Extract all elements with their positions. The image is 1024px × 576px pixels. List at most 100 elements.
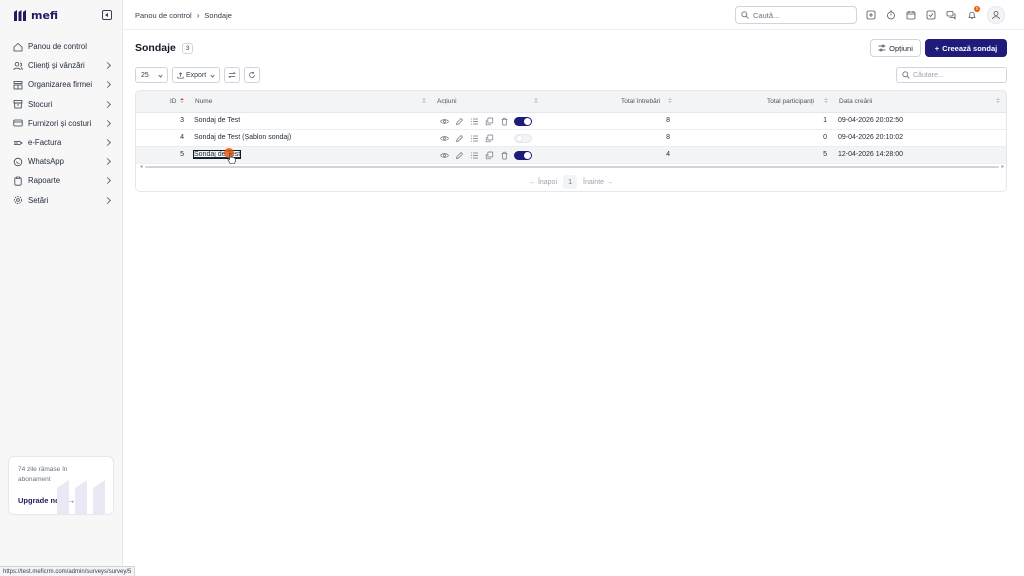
table-row: 3 Sondaj de Test 8 1 09-04-2026 20:02:50: [136, 113, 1006, 130]
sidebar-item-organizarea-firmei[interactable]: Organizarea firmei: [0, 75, 122, 94]
create-survey-button[interactable]: + Creează sondaj: [925, 39, 1007, 57]
column-header-participants[interactable]: Total participanți: [767, 98, 814, 105]
horizontal-scrollbar[interactable]: [139, 164, 1005, 169]
sliders-icon: [878, 44, 886, 52]
tasks-check-icon[interactable]: [925, 9, 936, 20]
sidebar-item-label: Rapoarte: [28, 176, 61, 186]
page-size-select[interactable]: 25: [135, 67, 168, 83]
eye-icon[interactable]: [439, 133, 450, 144]
scrollbar-thumb[interactable]: [145, 165, 999, 168]
sidebar-item-stocuri[interactable]: Stocuri: [0, 95, 122, 114]
scroll-right-icon[interactable]: [1000, 164, 1005, 169]
cell-id: 3: [180, 117, 184, 124]
survey-name-link[interactable]: Sondaj de Test (Șablon sondaj): [194, 134, 291, 141]
sidebar-item-whatsapp[interactable]: WhatsApp: [0, 152, 122, 171]
column-header-actions: Acțiuni: [437, 98, 457, 105]
column-header-id[interactable]: ID: [170, 98, 177, 105]
messages-icon[interactable]: [945, 9, 956, 20]
column-header-created[interactable]: Data creării: [839, 98, 872, 105]
sidebar-item-label: WhatsApp: [28, 157, 64, 167]
sidebar-item-furnizori[interactable]: Furnizori și costuri: [0, 114, 122, 133]
notification-badge: 0: [974, 6, 980, 12]
page-title-text: Sondaje: [135, 42, 176, 54]
hand-pointer-icon: [227, 153, 236, 164]
sort-icon[interactable]: [534, 98, 538, 106]
cell-questions: 8: [666, 134, 670, 141]
edit-icon[interactable]: [454, 116, 465, 127]
pagination-next[interactable]: Înainte →: [583, 179, 613, 186]
sidebar-item-panou-de-control[interactable]: Panou de control: [0, 37, 122, 56]
sidebar-item-clienti[interactable]: Clienți și vânzări: [0, 56, 122, 75]
chevron-right-icon: [103, 119, 112, 127]
trash-icon[interactable]: [499, 116, 510, 127]
cell-created: 09-04-2026 20:02:50: [838, 117, 903, 124]
cell-created: 12-04-2026 14:28:00: [838, 151, 903, 158]
card-icon: [13, 118, 23, 128]
add-square-icon[interactable]: [865, 9, 876, 20]
sort-icon[interactable]: [668, 98, 672, 106]
sort-icon[interactable]: [996, 98, 1000, 106]
list-icon[interactable]: [469, 116, 480, 127]
chevron-right-icon: [103, 138, 112, 147]
active-toggle[interactable]: [514, 116, 532, 126]
count-badge: 3: [181, 42, 194, 54]
refresh-button[interactable]: [244, 67, 260, 83]
collapse-sidebar-icon[interactable]: [102, 10, 112, 20]
scroll-left-icon[interactable]: [139, 164, 144, 169]
edit-icon[interactable]: [454, 150, 465, 161]
pagination-next-label: Înainte: [583, 178, 605, 186]
swap-columns-button[interactable]: [224, 67, 240, 83]
column-header-questions[interactable]: Total întrebări: [621, 98, 660, 105]
active-toggle[interactable]: [514, 133, 532, 143]
top-bar: Panou de control › Sondaje Caută... 0: [123, 0, 1024, 30]
row-actions: [439, 150, 510, 161]
chat-icon: [13, 157, 23, 167]
page-title: Sondaje 3: [135, 42, 194, 54]
sort-icon[interactable]: [422, 98, 426, 106]
list-icon[interactable]: [469, 150, 480, 161]
cell-id: 5: [180, 151, 184, 158]
survey-name-link[interactable]: Sondaj de Test: [194, 117, 240, 124]
sidebar-nav: Panou de control Clienți și vânzări Orga…: [0, 37, 122, 210]
eye-icon[interactable]: [439, 150, 450, 161]
sidebar-item-setari[interactable]: Setări: [0, 191, 122, 210]
global-search-input[interactable]: Caută...: [735, 6, 857, 24]
sidebar-item-label: Panou de control: [28, 42, 87, 52]
options-button[interactable]: Opțiuni: [870, 39, 921, 57]
avatar[interactable]: [987, 6, 1005, 24]
logo[interactable]: mefi: [14, 9, 58, 22]
active-toggle[interactable]: [514, 150, 532, 160]
export-button[interactable]: Export: [172, 67, 220, 83]
trash-icon[interactable]: [499, 150, 510, 161]
chevron-right-icon: [103, 177, 112, 185]
list-icon[interactable]: [469, 133, 480, 144]
table-row: 5 Sondaj de Test 4 5 12-04-2026 14:28:00: [136, 147, 1006, 164]
pagination-prev-label: Înapoi: [537, 178, 558, 186]
sidebar-item-efactura[interactable]: e-Factura: [0, 133, 122, 152]
pagination-page-1[interactable]: 1: [563, 175, 578, 189]
home-icon: [13, 42, 23, 52]
pagination-prev[interactable]: ← Înapoi: [529, 179, 557, 186]
calendar-icon[interactable]: [905, 9, 916, 20]
row-actions: [439, 116, 510, 127]
timer-icon[interactable]: [885, 9, 896, 20]
column-header-name[interactable]: Nume: [195, 98, 212, 105]
sidebar-item-rapoarte[interactable]: Rapoarte: [0, 171, 122, 190]
sidebar-item-label: Setări: [28, 195, 49, 205]
bell-icon[interactable]: 0: [966, 6, 980, 20]
sidebar-item-label: Clienți și vânzări: [28, 61, 85, 71]
sort-asc-icon[interactable]: [180, 98, 184, 106]
table-search-input[interactable]: Căutare...: [896, 67, 1007, 83]
sidebar-item-label: Stocuri: [28, 99, 53, 109]
copy-icon[interactable]: [484, 150, 495, 161]
eye-icon[interactable]: [439, 116, 450, 127]
sidebar-item-label: Furnizori și costuri: [28, 118, 92, 128]
box-icon: [13, 99, 23, 109]
sort-icon[interactable]: [824, 98, 828, 106]
breadcrumb-item-home[interactable]: Panou de control: [135, 11, 192, 20]
edit-icon[interactable]: [454, 133, 465, 144]
create-survey-label: Creează sondaj: [942, 43, 998, 53]
chevron-down-icon: [210, 73, 215, 78]
copy-icon[interactable]: [484, 133, 495, 144]
copy-icon[interactable]: [484, 116, 495, 127]
